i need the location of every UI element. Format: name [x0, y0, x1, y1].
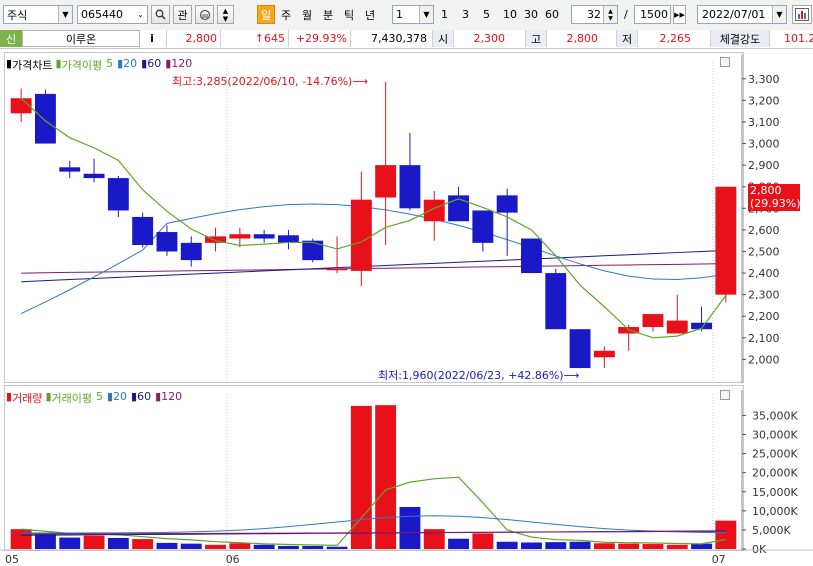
- volume-tick-label: 35,000K: [752, 409, 798, 422]
- volume-bar: [448, 538, 469, 549]
- current-price-tag: 2,800 (29.93%): [748, 184, 801, 211]
- candle-body: [229, 234, 251, 239]
- x-axis-label: 06: [226, 553, 240, 566]
- volume-ma5-line: [21, 476, 726, 546]
- price-tick-label: 2,100: [748, 332, 780, 345]
- volume-bar: [375, 405, 397, 549]
- volume-bar: [107, 537, 129, 549]
- volume-tick-label: 20,000K: [752, 467, 798, 480]
- candle-body: [132, 216, 154, 246]
- chart-canvas: 3,3003,2003,1003,0002,9002,8002,7002,600…: [0, 54, 813, 566]
- volume-bar: [350, 405, 372, 549]
- candle-body: [423, 199, 445, 222]
- volume-bar: [278, 545, 299, 549]
- candle-body: [83, 173, 105, 179]
- volume-bar: [205, 544, 226, 549]
- price-tick-label: 2,400: [748, 267, 780, 280]
- candle-body: [593, 350, 615, 358]
- volume-bar: [83, 535, 105, 549]
- candle-body: [399, 165, 421, 209]
- candle-body: [302, 240, 324, 261]
- volume-bar: [10, 529, 32, 549]
- volume-tick-label: 15,000K: [752, 486, 798, 499]
- volume-bar: [302, 545, 324, 549]
- candle-body: [521, 238, 542, 274]
- volume-bar: [59, 537, 81, 549]
- price-tick-label: 2,300: [748, 289, 780, 302]
- ma60-line: [21, 249, 726, 283]
- candle-body: [472, 210, 494, 243]
- price-tick-label: 2,200: [748, 310, 780, 323]
- volume-bar: [399, 507, 421, 549]
- volume-bar: [35, 533, 56, 549]
- candle-body: [59, 167, 81, 172]
- price-tick-label: 2,900: [748, 159, 780, 172]
- price-tick-label: 3,300: [748, 73, 780, 86]
- ma5-line: [20, 97, 727, 339]
- price-tick-label: 2,000: [748, 353, 780, 366]
- volume-bar: [642, 544, 664, 549]
- candle-body: [642, 314, 664, 328]
- price-tick-label: 3,100: [748, 116, 780, 129]
- current-pct-tag-value: (29.93%): [750, 197, 801, 210]
- x-axis-label: 05: [5, 553, 19, 566]
- candle-body: [180, 242, 202, 261]
- ma20-line: [20, 203, 726, 315]
- candle-body: [326, 268, 348, 271]
- candle-body: [715, 186, 737, 295]
- volume-bar: [715, 520, 737, 549]
- candle-body: [496, 195, 518, 213]
- price-tick-label: 2,600: [748, 224, 780, 237]
- x-axis-label: 07: [712, 553, 726, 566]
- volume-tick-label: 10,000K: [752, 505, 798, 518]
- volume-bar: [229, 543, 251, 549]
- volume-bar: [132, 539, 154, 549]
- candle-body: [35, 93, 56, 144]
- candle-body: [156, 232, 178, 252]
- volume-bar: [496, 541, 518, 549]
- candle-body: [253, 234, 275, 239]
- ma120-line: [21, 263, 726, 274]
- volume-bar: [593, 543, 615, 549]
- volume-bar: [472, 533, 494, 549]
- volume-bar: [180, 543, 202, 549]
- candle-body: [545, 273, 567, 330]
- volume-bar: [253, 544, 275, 549]
- price-tick-label: 3,000: [748, 138, 780, 151]
- candle-body: [350, 199, 372, 271]
- current-price-tag-value: 2,800: [750, 184, 782, 197]
- volume-bar: [521, 542, 542, 549]
- volume-bar: [156, 542, 178, 549]
- candle-body: [107, 178, 129, 211]
- candle-body: [666, 320, 688, 334]
- volume-tick-label: 5,000K: [752, 524, 791, 537]
- volume-bar: [618, 543, 640, 549]
- price-tick-label: 3,200: [748, 94, 780, 107]
- price-tick-label: 2,500: [748, 245, 780, 258]
- volume-bar: [326, 546, 348, 549]
- volume-tick-label: 30,000K: [752, 429, 798, 442]
- candle-body: [569, 329, 591, 369]
- volume-bar: [569, 541, 591, 549]
- volume-ma20-line: [21, 515, 726, 534]
- candle-body: [278, 235, 299, 243]
- volume-bar: [545, 542, 567, 549]
- candle-body: [375, 165, 397, 198]
- volume-tick-label: 25,000K: [752, 448, 798, 461]
- volume-bar: [666, 544, 688, 549]
